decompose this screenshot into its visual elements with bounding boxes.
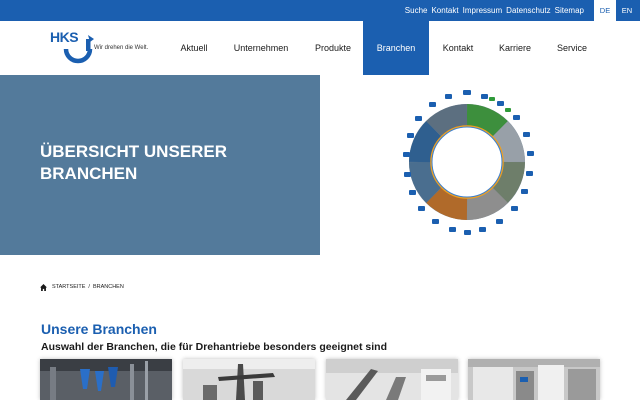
utility-link-impressum[interactable]: Impressum — [463, 6, 503, 15]
section-title: Unsere Branchen — [41, 321, 157, 337]
breadcrumb-current: BRANCHEN — [92, 284, 124, 290]
breadcrumb: STARTSEITE / BRANCHEN — [40, 282, 124, 292]
nav-item-kontakt[interactable]: Kontakt — [434, 21, 482, 75]
nav-item-aktuell[interactable]: Aktuell — [170, 21, 218, 75]
hero-title: ÜBERSICHT UNSERER BRANCHEN — [40, 142, 228, 183]
nav-item-karriere[interactable]: Karriere — [490, 21, 540, 75]
utility-link-datenschutz[interactable]: Datenschutz — [506, 6, 550, 15]
industry-ring — [409, 104, 525, 220]
utility-link-kontakt[interactable]: Kontakt — [431, 6, 458, 15]
home-icon[interactable] — [40, 283, 47, 291]
main-navigation: Aktuell Unternehmen Produkte Branchen Ko… — [0, 21, 640, 75]
utility-link-sitemap[interactable]: Sitemap — [555, 6, 584, 15]
industry-cards — [40, 359, 600, 400]
breadcrumb-home[interactable]: STARTSEITE — [52, 284, 85, 290]
industry-card-image — [40, 359, 172, 400]
breadcrumb-separator: / — [88, 284, 90, 290]
utility-links: Suche Kontakt Impressum Datenschutz Site… — [405, 0, 640, 21]
industry-card[interactable] — [40, 359, 172, 400]
industry-wheel-graphic — [403, 90, 534, 235]
section-subtitle: Auswahl der Branchen, die für Drehantrie… — [41, 341, 387, 353]
language-de[interactable]: DE — [594, 0, 616, 21]
industry-card[interactable] — [326, 359, 458, 400]
industry-card[interactable] — [468, 359, 600, 400]
industry-card-image — [326, 359, 458, 400]
industry-card-image — [183, 359, 315, 400]
nav-item-service[interactable]: Service — [548, 21, 596, 75]
language-en[interactable]: EN — [616, 0, 638, 21]
nav-item-unternehmen[interactable]: Unternehmen — [226, 21, 296, 75]
industry-card[interactable] — [183, 359, 315, 400]
industry-card-image — [468, 359, 600, 400]
nav-item-produkte[interactable]: Produkte — [306, 21, 360, 75]
main-header: HKS Wir drehen die Welt. Aktuell Unterne… — [0, 21, 640, 75]
nav-item-branchen[interactable]: Branchen — [363, 21, 429, 75]
top-utility-bar: Suche Kontakt Impressum Datenschutz Site… — [0, 0, 640, 21]
utility-link-suche[interactable]: Suche — [405, 6, 428, 15]
